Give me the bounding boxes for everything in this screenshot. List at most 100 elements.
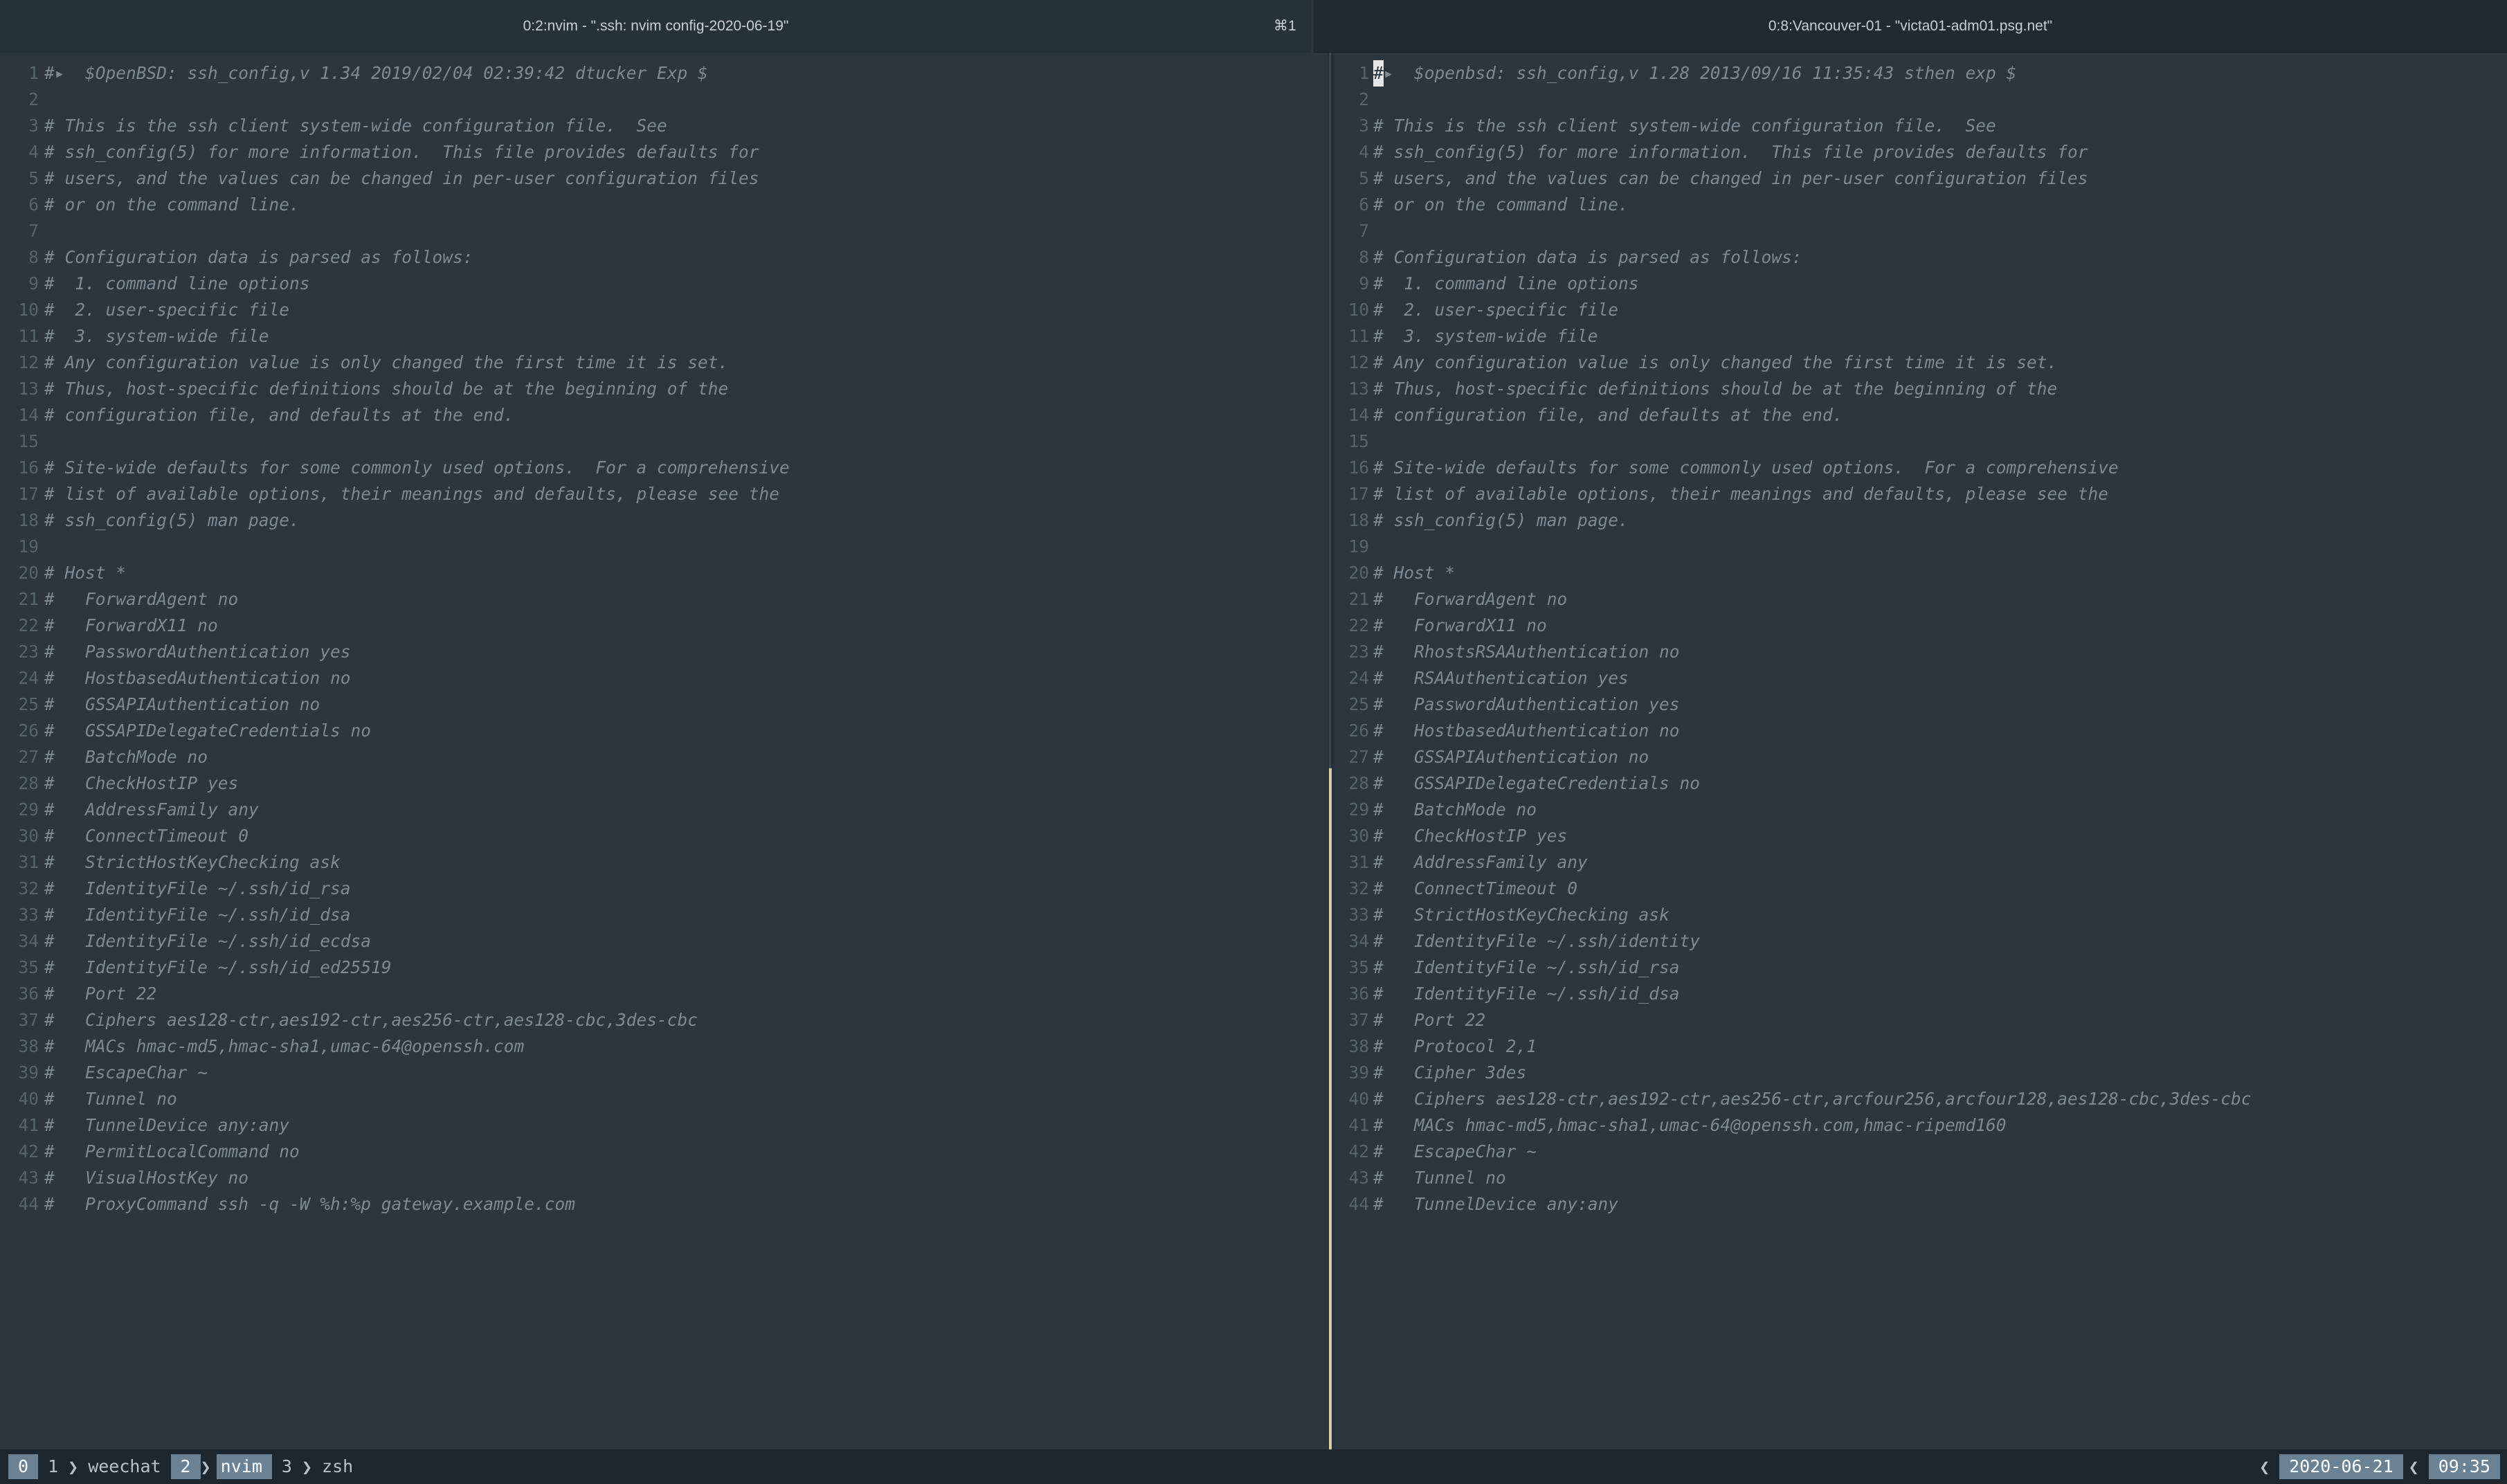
code-line[interactable]: 44 # TunnelDevice any:any: [1334, 1191, 2507, 1218]
code-line[interactable]: 5 # users, and the values can be changed …: [1334, 165, 2507, 192]
code-line[interactable]: 14 # configuration file, and defaults at …: [1334, 402, 2507, 428]
window-index: 3: [281, 1456, 292, 1476]
code-line[interactable]: 12 # Any configuration value is only chan…: [0, 350, 1328, 376]
code-line[interactable]: 40 # Tunnel no: [0, 1086, 1328, 1112]
code-line[interactable]: 7: [0, 218, 1328, 244]
code-line[interactable]: 28 # GSSAPIDelegateCredentials no: [1334, 770, 2507, 797]
code-line[interactable]: 23 # RhostsRSAAuthentication no: [1334, 639, 2507, 665]
code-line[interactable]: 17 # list of available options, their mea…: [0, 481, 1328, 507]
code-line[interactable]: 3 # This is the ssh client system-wide co…: [0, 113, 1328, 139]
code-line[interactable]: 19: [1334, 534, 2507, 560]
code-line[interactable]: 16 # Site-wide defaults for some commonly…: [0, 455, 1328, 481]
window-tab-0[interactable]: 1 ❯ weechat: [38, 1449, 170, 1484]
code-line[interactable]: 40 # Ciphers aes128-ctr,aes192-ctr,aes256…: [1334, 1086, 2507, 1112]
code-line[interactable]: 27 # BatchMode no: [0, 744, 1328, 770]
code-line[interactable]: 1 #▸ $OpenBSD: ssh_config,v 1.34 2019/02/…: [0, 60, 1328, 87]
code-line[interactable]: 41 # MACs hmac-md5,hmac-sha1,umac-64@open…: [1334, 1112, 2507, 1139]
code-line[interactable]: 28 # CheckHostIP yes: [0, 770, 1328, 797]
code-line[interactable]: 21 # ForwardAgent no: [1334, 586, 2507, 613]
code-line[interactable]: 13 # Thus, host-specific definitions shou…: [0, 376, 1328, 402]
code-line[interactable]: 1 #▸ $openbsd: ssh_config,v 1.28 2013/09/…: [1334, 60, 2507, 87]
code-line[interactable]: 32 # IdentityFile ~/.ssh/id_rsa: [0, 876, 1328, 902]
left-editor-pane[interactable]: 1 #▸ $OpenBSD: ssh_config,v 1.34 2019/02/…: [0, 53, 1328, 1449]
code-line[interactable]: 35 # IdentityFile ~/.ssh/id_ed25519: [0, 954, 1328, 981]
line-number: 1: [1359, 63, 1369, 83]
right-window-title[interactable]: 0:8:Vancouver-01 - "victa01-adm01.psg.ne…: [1314, 0, 2507, 53]
code-line[interactable]: 43 # VisualHostKey no: [0, 1165, 1328, 1191]
code-line[interactable]: 5 # users, and the values can be changed …: [0, 165, 1328, 192]
code-line[interactable]: 38 # Protocol 2,1: [1334, 1033, 2507, 1060]
window-tab-2[interactable]: 3 ❯ zsh: [272, 1449, 363, 1484]
code-line[interactable]: 3 # This is the ssh client system-wide co…: [1334, 113, 2507, 139]
code-line[interactable]: 8 # Configuration data is parsed as follo…: [0, 244, 1328, 271]
code-line[interactable]: 25 # PasswordAuthentication yes: [1334, 691, 2507, 718]
code-line[interactable]: 34 # IdentityFile ~/.ssh/id_ecdsa: [0, 928, 1328, 954]
code-line[interactable]: 19: [0, 534, 1328, 560]
code-line[interactable]: 34 # IdentityFile ~/.ssh/identity: [1334, 928, 2507, 954]
line-number: 5: [1359, 168, 1369, 188]
code-line[interactable]: 39 # EscapeChar ~: [0, 1060, 1328, 1086]
code-line[interactable]: 42 # PermitLocalCommand no: [0, 1139, 1328, 1165]
code-line[interactable]: 27 # GSSAPIAuthentication no: [1334, 744, 2507, 770]
code-line[interactable]: 6 # or on the command line.: [1334, 192, 2507, 218]
code-line[interactable]: 26 # GSSAPIDelegateCredentials no: [0, 718, 1328, 744]
code-line[interactable]: 2: [0, 87, 1328, 113]
code-line[interactable]: 37 # Port 22: [1334, 1007, 2507, 1033]
code-line[interactable]: 10 # 2. user-specific file: [0, 297, 1328, 323]
code-line[interactable]: 35 # IdentityFile ~/.ssh/id_rsa: [1334, 954, 2507, 981]
code-line[interactable]: 24 # RSAAuthentication yes: [1334, 665, 2507, 691]
code-line[interactable]: 4 # ssh_config(5) for more information. T…: [1334, 139, 2507, 165]
code-line[interactable]: 2: [1334, 87, 2507, 113]
code-line[interactable]: 31 # AddressFamily any: [1334, 849, 2507, 876]
code-line[interactable]: 30 # CheckHostIP yes: [1334, 823, 2507, 849]
code-line[interactable]: 36 # IdentityFile ~/.ssh/id_dsa: [1334, 981, 2507, 1007]
code-line[interactable]: 29 # BatchMode no: [1334, 797, 2507, 823]
code-line[interactable]: 29 # AddressFamily any: [0, 797, 1328, 823]
code-line[interactable]: 17 # list of available options, their mea…: [1334, 481, 2507, 507]
code-line[interactable]: 23 # PasswordAuthentication yes: [0, 639, 1328, 665]
session-index[interactable]: 0: [8, 1454, 39, 1479]
code-line[interactable]: 11 # 3. system-wide file: [1334, 323, 2507, 350]
window-tab-1[interactable]: 2 ❯ nvim: [170, 1449, 272, 1484]
code-line[interactable]: 22 # ForwardX11 no: [0, 613, 1328, 639]
right-editor-pane[interactable]: 1 #▸ $openbsd: ssh_config,v 1.28 2013/09/…: [1334, 53, 2507, 1449]
code-line[interactable]: 9 # 1. command line options: [1334, 271, 2507, 297]
code-line[interactable]: 18 # ssh_config(5) man page.: [1334, 507, 2507, 534]
code-line[interactable]: 36 # Port 22: [0, 981, 1328, 1007]
code-line[interactable]: 24 # HostbasedAuthentication no: [0, 665, 1328, 691]
code-line[interactable]: 42 # EscapeChar ~: [1334, 1139, 2507, 1165]
code-line[interactable]: 39 # Cipher 3des: [1334, 1060, 2507, 1086]
line-number: 20: [18, 563, 39, 583]
code-line[interactable]: 21 # ForwardAgent no: [0, 586, 1328, 613]
code-line[interactable]: 22 # ForwardX11 no: [1334, 613, 2507, 639]
code-line[interactable]: 33 # IdentityFile ~/.ssh/id_dsa: [0, 902, 1328, 928]
code-line[interactable]: 20 # Host *: [0, 560, 1328, 586]
code-text: # ssh_config(5) man page.: [44, 510, 300, 530]
code-line[interactable]: 10 # 2. user-specific file: [1334, 297, 2507, 323]
code-line[interactable]: 15: [1334, 428, 2507, 455]
code-line[interactable]: 16 # Site-wide defaults for some commonly…: [1334, 455, 2507, 481]
code-line[interactable]: 11 # 3. system-wide file: [0, 323, 1328, 350]
code-line[interactable]: 37 # Ciphers aes128-ctr,aes192-ctr,aes256…: [0, 1007, 1328, 1033]
code-line[interactable]: 13 # Thus, host-specific definitions shou…: [1334, 376, 2507, 402]
code-line[interactable]: 30 # ConnectTimeout 0: [0, 823, 1328, 849]
code-line[interactable]: 25 # GSSAPIAuthentication no: [0, 691, 1328, 718]
code-line[interactable]: 12 # Any configuration value is only chan…: [1334, 350, 2507, 376]
code-line[interactable]: 26 # HostbasedAuthentication no: [1334, 718, 2507, 744]
code-line[interactable]: 8 # Configuration data is parsed as follo…: [1334, 244, 2507, 271]
code-line[interactable]: 18 # ssh_config(5) man page.: [0, 507, 1328, 534]
code-line[interactable]: 38 # MACs hmac-md5,hmac-sha1,umac-64@open…: [0, 1033, 1328, 1060]
code-line[interactable]: 31 # StrictHostKeyChecking ask: [0, 849, 1328, 876]
code-line[interactable]: 15: [0, 428, 1328, 455]
code-line[interactable]: 9 # 1. command line options: [0, 271, 1328, 297]
code-line[interactable]: 33 # StrictHostKeyChecking ask: [1334, 902, 2507, 928]
code-line[interactable]: 4 # ssh_config(5) for more information. T…: [0, 139, 1328, 165]
code-line[interactable]: 20 # Host *: [1334, 560, 2507, 586]
code-line[interactable]: 7: [1334, 218, 2507, 244]
code-line[interactable]: 43 # Tunnel no: [1334, 1165, 2507, 1191]
code-line[interactable]: 6 # or on the command line.: [0, 192, 1328, 218]
code-line[interactable]: 14 # configuration file, and defaults at …: [0, 402, 1328, 428]
code-line[interactable]: 32 # ConnectTimeout 0: [1334, 876, 2507, 902]
code-line[interactable]: 41 # TunnelDevice any:any: [0, 1112, 1328, 1139]
code-line[interactable]: 44 # ProxyCommand ssh -q -W %h:%p gateway…: [0, 1191, 1328, 1218]
